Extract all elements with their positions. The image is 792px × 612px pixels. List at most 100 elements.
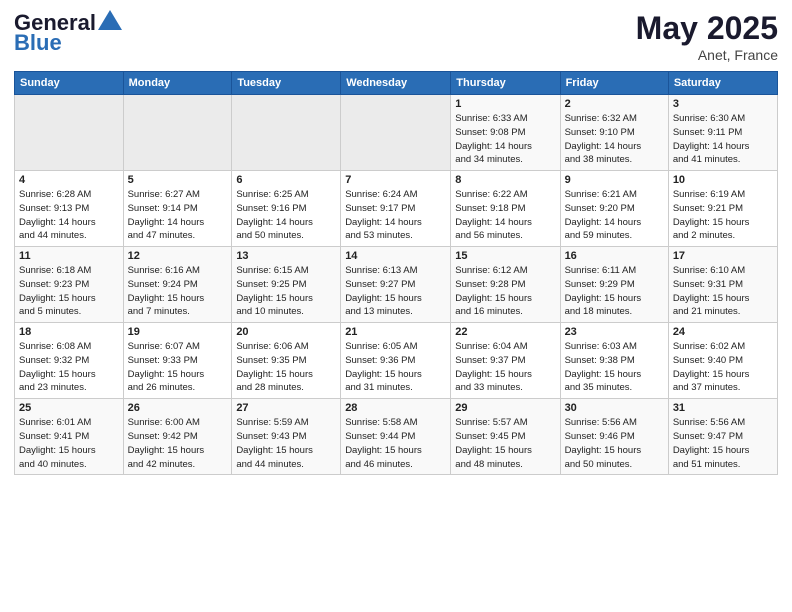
day-number: 8: [455, 174, 555, 186]
cell-info: Sunrise: 6:10 AM Sunset: 9:31 PM Dayligh…: [673, 264, 773, 319]
day-number: 15: [455, 250, 555, 262]
calendar-week-3: 18 Sunrise: 6:08 AM Sunset: 9:32 PM Dayli…: [15, 323, 778, 399]
calendar-cell: 2 Sunrise: 6:32 AM Sunset: 9:10 PM Daylig…: [560, 95, 668, 171]
calendar-week-1: 4Sunrise: 6:28 AM Sunset: 9:13 PM Daylig…: [15, 171, 778, 247]
cell-info: Sunrise: 6:30 AM Sunset: 9:11 PM Dayligh…: [673, 112, 773, 167]
day-number: 18: [19, 326, 119, 338]
page-container: General Blue May 2025 Anet, France Sunda…: [0, 0, 792, 485]
calendar-cell: 23 Sunrise: 6:03 AM Sunset: 9:38 PM Dayli…: [560, 323, 668, 399]
calendar-cell: 24 Sunrise: 6:02 AM Sunset: 9:40 PM Dayli…: [668, 323, 777, 399]
calendar-cell: 15 Sunrise: 6:12 AM Sunset: 9:28 PM Dayli…: [451, 247, 560, 323]
logo-blue: Blue: [14, 30, 62, 56]
calendar-cell: [123, 95, 232, 171]
day-number: 14: [345, 250, 446, 262]
cell-info: Sunrise: 6:22 AM Sunset: 9:18 PM Dayligh…: [455, 188, 555, 243]
day-number: 22: [455, 326, 555, 338]
calendar-cell: [341, 95, 451, 171]
cell-info: Sunrise: 6:11 AM Sunset: 9:29 PM Dayligh…: [565, 264, 664, 319]
header: General Blue May 2025 Anet, France: [14, 10, 778, 63]
cell-info: Sunrise: 6:12 AM Sunset: 9:28 PM Dayligh…: [455, 264, 555, 319]
day-number: 26: [128, 402, 228, 414]
cell-info: Sunrise: 5:56 AM Sunset: 9:47 PM Dayligh…: [673, 416, 773, 471]
cell-info: Sunrise: 6:15 AM Sunset: 9:25 PM Dayligh…: [236, 264, 336, 319]
cell-info: Sunrise: 6:07 AM Sunset: 9:33 PM Dayligh…: [128, 340, 228, 395]
calendar-cell: 1Sunrise: 6:33 AM Sunset: 9:08 PM Daylig…: [451, 95, 560, 171]
day-number: 12: [128, 250, 228, 262]
cell-info: Sunrise: 5:57 AM Sunset: 9:45 PM Dayligh…: [455, 416, 555, 471]
calendar-cell: 30 Sunrise: 5:56 AM Sunset: 9:46 PM Dayli…: [560, 399, 668, 475]
logo: General Blue: [14, 10, 122, 56]
calendar-header-row: SundayMondayTuesdayWednesdayThursdayFrid…: [15, 72, 778, 95]
day-number: 23: [565, 326, 664, 338]
day-number: 3: [673, 98, 773, 110]
calendar-cell: 8 Sunrise: 6:22 AM Sunset: 9:18 PM Daylig…: [451, 171, 560, 247]
day-number: 20: [236, 326, 336, 338]
calendar-week-4: 25Sunrise: 6:01 AM Sunset: 9:41 PM Dayli…: [15, 399, 778, 475]
day-number: 11: [19, 250, 119, 262]
cell-info: Sunrise: 6:21 AM Sunset: 9:20 PM Dayligh…: [565, 188, 664, 243]
cell-info: Sunrise: 6:01 AM Sunset: 9:41 PM Dayligh…: [19, 416, 119, 471]
day-number: 24: [673, 326, 773, 338]
day-number: 27: [236, 402, 336, 414]
calendar-table: SundayMondayTuesdayWednesdayThursdayFrid…: [14, 71, 778, 475]
day-number: 21: [345, 326, 446, 338]
cell-info: Sunrise: 6:25 AM Sunset: 9:16 PM Dayligh…: [236, 188, 336, 243]
cell-info: Sunrise: 6:33 AM Sunset: 9:08 PM Dayligh…: [455, 112, 555, 167]
calendar-cell: 16 Sunrise: 6:11 AM Sunset: 9:29 PM Dayli…: [560, 247, 668, 323]
calendar-cell: [15, 95, 124, 171]
cell-info: Sunrise: 6:28 AM Sunset: 9:13 PM Dayligh…: [19, 188, 119, 243]
col-header-sunday: Sunday: [15, 72, 124, 95]
day-number: 30: [565, 402, 664, 414]
day-number: 17: [673, 250, 773, 262]
calendar-cell: 17 Sunrise: 6:10 AM Sunset: 9:31 PM Dayli…: [668, 247, 777, 323]
cell-info: Sunrise: 6:24 AM Sunset: 9:17 PM Dayligh…: [345, 188, 446, 243]
col-header-tuesday: Tuesday: [232, 72, 341, 95]
col-header-friday: Friday: [560, 72, 668, 95]
day-number: 31: [673, 402, 773, 414]
day-number: 13: [236, 250, 336, 262]
cell-info: Sunrise: 6:27 AM Sunset: 9:14 PM Dayligh…: [128, 188, 228, 243]
cell-info: Sunrise: 6:08 AM Sunset: 9:32 PM Dayligh…: [19, 340, 119, 395]
calendar-cell: 13 Sunrise: 6:15 AM Sunset: 9:25 PM Dayli…: [232, 247, 341, 323]
cell-info: Sunrise: 5:58 AM Sunset: 9:44 PM Dayligh…: [345, 416, 446, 471]
calendar-cell: 21Sunrise: 6:05 AM Sunset: 9:36 PM Dayli…: [341, 323, 451, 399]
calendar-cell: 9 Sunrise: 6:21 AM Sunset: 9:20 PM Daylig…: [560, 171, 668, 247]
calendar-cell: 14Sunrise: 6:13 AM Sunset: 9:27 PM Dayli…: [341, 247, 451, 323]
title-section: May 2025 Anet, France: [636, 10, 778, 63]
cell-info: Sunrise: 5:56 AM Sunset: 9:46 PM Dayligh…: [565, 416, 664, 471]
cell-info: Sunrise: 6:16 AM Sunset: 9:24 PM Dayligh…: [128, 264, 228, 319]
calendar-cell: 25Sunrise: 6:01 AM Sunset: 9:41 PM Dayli…: [15, 399, 124, 475]
day-number: 9: [565, 174, 664, 186]
calendar-cell: 4Sunrise: 6:28 AM Sunset: 9:13 PM Daylig…: [15, 171, 124, 247]
location-subtitle: Anet, France: [636, 47, 778, 63]
day-number: 5: [128, 174, 228, 186]
calendar-cell: 19 Sunrise: 6:07 AM Sunset: 9:33 PM Dayli…: [123, 323, 232, 399]
day-number: 28: [345, 402, 446, 414]
cell-info: Sunrise: 6:03 AM Sunset: 9:38 PM Dayligh…: [565, 340, 664, 395]
col-header-wednesday: Wednesday: [341, 72, 451, 95]
day-number: 2: [565, 98, 664, 110]
calendar-cell: [232, 95, 341, 171]
month-title: May 2025: [636, 10, 778, 47]
calendar-cell: 22 Sunrise: 6:04 AM Sunset: 9:37 PM Dayli…: [451, 323, 560, 399]
calendar-cell: 26 Sunrise: 6:00 AM Sunset: 9:42 PM Dayli…: [123, 399, 232, 475]
calendar-cell: 31 Sunrise: 5:56 AM Sunset: 9:47 PM Dayli…: [668, 399, 777, 475]
cell-info: Sunrise: 6:06 AM Sunset: 9:35 PM Dayligh…: [236, 340, 336, 395]
cell-info: Sunrise: 6:19 AM Sunset: 9:21 PM Dayligh…: [673, 188, 773, 243]
calendar-cell: 10Sunrise: 6:19 AM Sunset: 9:21 PM Dayli…: [668, 171, 777, 247]
calendar-week-2: 11Sunrise: 6:18 AM Sunset: 9:23 PM Dayli…: [15, 247, 778, 323]
col-header-monday: Monday: [123, 72, 232, 95]
calendar-cell: 20 Sunrise: 6:06 AM Sunset: 9:35 PM Dayli…: [232, 323, 341, 399]
cell-info: Sunrise: 6:32 AM Sunset: 9:10 PM Dayligh…: [565, 112, 664, 167]
calendar-cell: 3 Sunrise: 6:30 AM Sunset: 9:11 PM Daylig…: [668, 95, 777, 171]
day-number: 29: [455, 402, 555, 414]
calendar-cell: 7Sunrise: 6:24 AM Sunset: 9:17 PM Daylig…: [341, 171, 451, 247]
cell-info: Sunrise: 6:02 AM Sunset: 9:40 PM Dayligh…: [673, 340, 773, 395]
cell-info: Sunrise: 6:00 AM Sunset: 9:42 PM Dayligh…: [128, 416, 228, 471]
day-number: 16: [565, 250, 664, 262]
calendar-cell: 28 Sunrise: 5:58 AM Sunset: 9:44 PM Dayli…: [341, 399, 451, 475]
day-number: 19: [128, 326, 228, 338]
col-header-saturday: Saturday: [668, 72, 777, 95]
calendar-cell: 6Sunrise: 6:25 AM Sunset: 9:16 PM Daylig…: [232, 171, 341, 247]
cell-info: Sunrise: 6:04 AM Sunset: 9:37 PM Dayligh…: [455, 340, 555, 395]
